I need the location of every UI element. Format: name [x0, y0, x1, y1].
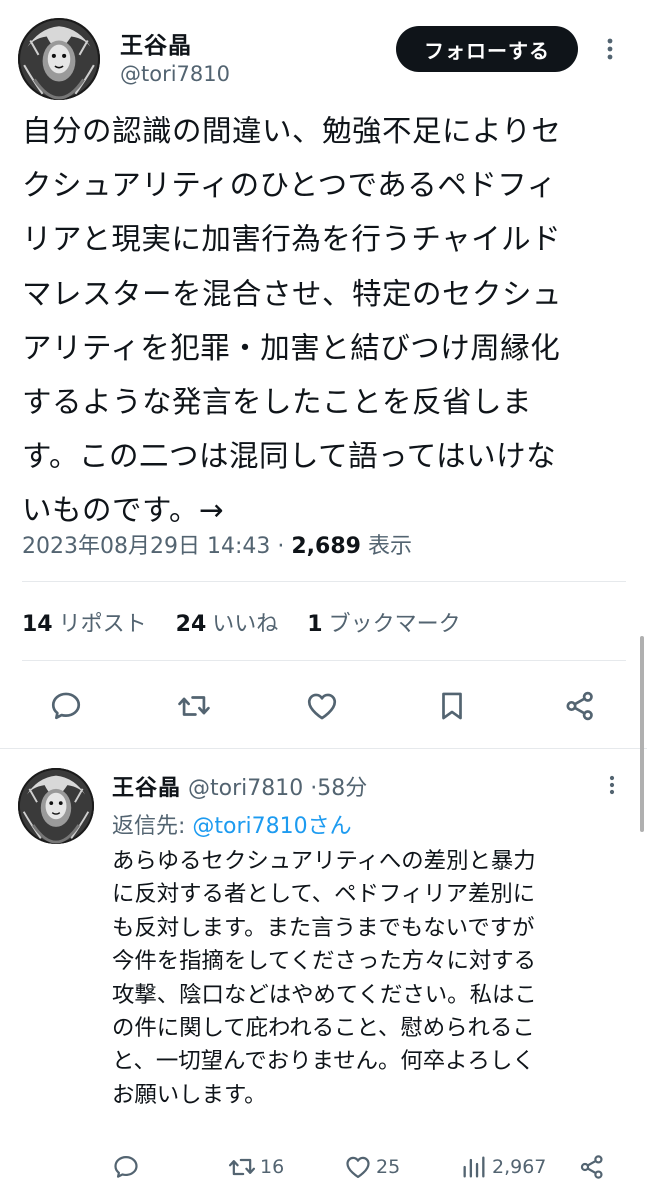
reply-text-line: お願いします。 — [112, 1081, 267, 1108]
repost-icon — [228, 1158, 256, 1176]
reposts-stat[interactable]: 14 リポスト — [22, 612, 169, 637]
views-button[interactable]: 2,967 — [460, 1150, 546, 1184]
replying-to: 返信先: @tori7810さん — [112, 808, 352, 840]
views-count: 2,967 — [492, 1156, 547, 1178]
share-button[interactable] — [578, 1150, 610, 1184]
views-count: 2,689 — [291, 534, 361, 559]
tweet-text-line: クシュアリティのひとつであるペドフィ — [22, 168, 557, 203]
divider — [22, 660, 626, 661]
tweet-text: 自分の認識の間違い、勉強不足によりセ クシュアリティのひとつであるペドフィ リア… — [22, 104, 622, 538]
like-button[interactable]: 25 — [344, 1150, 400, 1184]
scrollbar[interactable] — [640, 636, 644, 832]
like-icon[interactable] — [302, 686, 342, 726]
follow-button[interactable]: フォローする — [396, 26, 578, 72]
reply-icon[interactable] — [46, 686, 86, 726]
user-handle[interactable]: @tori7810 — [188, 776, 303, 801]
reply-text-line: と、一切望んでおりません。何卒よろしく — [112, 1048, 535, 1075]
bookmark-icon[interactable] — [432, 686, 472, 726]
reply-text-line: 攻撃、陰口などはやめてください。私はこ — [112, 981, 537, 1008]
share-icon — [580, 1155, 603, 1179]
display-name[interactable]: 王谷晶 — [112, 776, 181, 801]
like-icon — [346, 1156, 370, 1179]
tweet-text-line: リアと現実に加害行為を行うチャイルド — [22, 222, 562, 257]
display-name[interactable]: 王谷晶 — [120, 26, 192, 60]
tweet-text-line: アリティを犯罪・加害と結びつけ周縁化 — [22, 330, 561, 365]
engagement-stats: 14 リポスト 24 いいね 1 ブックマーク — [22, 606, 461, 638]
tweet-text-line: するような発言をしたことを反省しま — [22, 385, 533, 420]
user-handle[interactable]: @tori7810 — [120, 62, 230, 86]
tweet-text-line: す。この二つは混同して語ってはいけな — [22, 439, 557, 474]
reply-text-line: あらゆるセクシュアリティへの差別と暴力 — [112, 848, 536, 874]
share-icon[interactable] — [560, 686, 600, 726]
reply-header: 王谷晶 @tori7810 ·58分 — [112, 770, 367, 802]
avatar[interactable] — [18, 768, 94, 844]
bookmarks-stat[interactable]: 1 ブックマーク — [307, 612, 460, 637]
reply-icon — [114, 1155, 138, 1178]
reply-text-line: も反対します。また言うまでもないですが — [112, 914, 535, 941]
repost-count: 16 — [260, 1156, 285, 1178]
views-label: 表示 — [367, 534, 412, 559]
reply-text-line: に反対する者として、ペドフィリア差別に — [112, 881, 536, 908]
reply-text-line: 今件を指摘をしてくださった方々に対する — [112, 948, 537, 975]
repost-icon[interactable] — [174, 686, 214, 726]
meta-separator: · — [277, 534, 285, 559]
repost-button[interactable]: 16 — [228, 1150, 284, 1184]
tweet-text-line: 自分の認識の間違い、勉強不足によりセ — [22, 114, 562, 148]
more-options-icon[interactable] — [598, 34, 622, 64]
replying-to-mention[interactable]: @tori7810さん — [192, 814, 351, 839]
time-ago[interactable]: 58分 — [317, 776, 367, 801]
tweet-text-line: マレスターを混合させ、特定のセクシュ — [22, 276, 563, 311]
reply-text-line: の件に関して庇われること、慰められるこ — [112, 1015, 535, 1042]
tweet-meta: 2023年08月29日 14:43 · 2,689 表示 — [22, 528, 412, 560]
likes-stat[interactable]: 24 いいね — [176, 612, 301, 637]
like-count: 25 — [376, 1156, 401, 1178]
more-options-icon[interactable] — [602, 772, 622, 798]
reply-button[interactable] — [112, 1150, 144, 1184]
replying-to-label: 返信先: — [112, 814, 193, 839]
views-icon — [463, 1156, 485, 1178]
reply-text: あらゆるセクシュアリティへの差別と暴力 に反対する者として、ペドフィリア差別に … — [112, 845, 632, 1112]
tweet-separator — [0, 748, 647, 749]
timestamp[interactable]: 2023年08月29日 14:43 — [22, 534, 270, 559]
avatar[interactable] — [18, 18, 100, 100]
divider — [22, 581, 626, 582]
